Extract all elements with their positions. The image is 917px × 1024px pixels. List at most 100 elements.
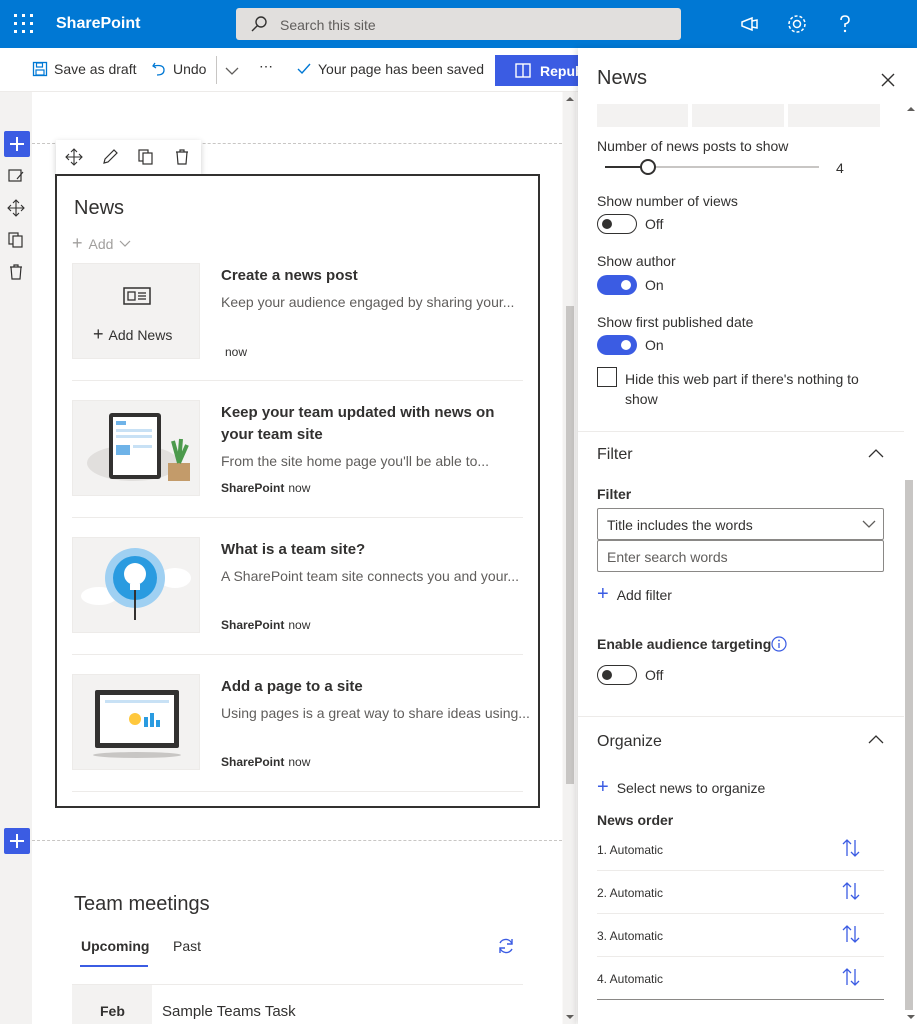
help-icon[interactable]: [833, 12, 857, 36]
add-section-button[interactable]: [4, 131, 30, 157]
news-order-label: News order: [597, 812, 674, 828]
layout-option[interactable]: [597, 104, 688, 127]
add-news-tile[interactable]: + Add News: [72, 263, 200, 359]
news-item-desc: Using pages is a great way to share idea…: [221, 705, 530, 721]
add-news-dropdown[interactable]: + Add: [72, 233, 131, 254]
news-item-author: SharePoint: [221, 481, 285, 495]
add-news-label: Add News: [108, 327, 173, 343]
news-item-title[interactable]: Keep your team updated with news on your…: [221, 402, 521, 446]
app-launcher-icon[interactable]: [14, 14, 34, 34]
scroll-down-icon[interactable]: [565, 1014, 575, 1020]
undo-button[interactable]: Undo: [151, 61, 206, 77]
chevron-up-icon[interactable]: [868, 734, 884, 744]
command-bar: Save as draft Undo ⋯ Your page has been …: [0, 48, 585, 92]
team-meetings-title[interactable]: Team meetings: [74, 893, 210, 916]
move-icon[interactable]: [65, 148, 83, 166]
add-section-button[interactable]: [4, 828, 30, 854]
meeting-title[interactable]: Sample Teams Task: [162, 1003, 296, 1020]
item-divider: [72, 654, 523, 655]
megaphone-icon[interactable]: [738, 12, 762, 36]
news-item-title[interactable]: Create a news post: [221, 265, 521, 287]
news-item-time: now: [288, 618, 311, 632]
app-name[interactable]: SharePoint: [56, 15, 140, 33]
section-divider: [578, 431, 904, 432]
save-draft-button[interactable]: Save as draft: [32, 61, 137, 77]
suite-bar: SharePoint Search this site: [0, 0, 917, 48]
news-item[interactable]: + Add News Create a news post Keep your …: [72, 263, 523, 363]
show-views-toggle[interactable]: [597, 214, 637, 234]
republish-button[interactable]: Repub: [495, 55, 585, 86]
search-words-placeholder: Enter search words: [607, 549, 728, 565]
tab-past[interactable]: Past: [173, 938, 201, 954]
plus-icon: +: [72, 233, 83, 253]
canvas-scrollbar-thumb[interactable]: [566, 306, 574, 784]
news-item-author: SharePoint: [221, 618, 285, 632]
reorder-icon[interactable]: [841, 924, 861, 944]
edit-pencil-icon[interactable]: [101, 148, 119, 166]
scroll-up-icon[interactable]: [565, 96, 575, 102]
chevron-up-icon[interactable]: [868, 448, 884, 458]
reorder-icon[interactable]: [841, 881, 861, 901]
move-icon[interactable]: [7, 199, 25, 217]
tablet-illustration: [87, 413, 190, 481]
hide-webpart-label: Hide this web part if there's nothing to…: [625, 371, 859, 407]
news-item-title[interactable]: What is a team site?: [221, 539, 521, 561]
pane-scrollbar-thumb[interactable]: [905, 480, 913, 1010]
add-filter-button[interactable]: + Add filter: [597, 583, 672, 606]
search-icon: [251, 16, 267, 32]
tab-upcoming[interactable]: Upcoming: [81, 938, 149, 954]
webpart-toolbar: [56, 140, 201, 174]
news-item[interactable]: Add a page to a site Using pages is a gr…: [72, 674, 530, 774]
add-news-button[interactable]: + Add News: [93, 324, 172, 345]
chevron-down-icon[interactable]: [225, 66, 239, 76]
organize-section-header[interactable]: Organize: [597, 733, 662, 751]
show-author-toggle[interactable]: [597, 275, 637, 295]
save-draft-label: Save as draft: [54, 61, 137, 77]
filter-section-header[interactable]: Filter: [597, 446, 633, 464]
audience-toggle[interactable]: [597, 665, 637, 685]
info-icon[interactable]: [771, 636, 787, 652]
layout-option[interactable]: [692, 104, 784, 127]
news-item-meta: SharePoint now: [221, 618, 310, 632]
news-item[interactable]: Keep your team updated with news on your…: [72, 400, 523, 500]
show-date-state: On: [645, 337, 664, 353]
close-icon[interactable]: [878, 70, 898, 90]
duplicate-icon[interactable]: [137, 148, 155, 166]
slider-thumb[interactable]: [640, 159, 656, 175]
news-thumbnail[interactable]: [72, 400, 200, 496]
news-order-row[interactable]: 3. Automatic: [597, 914, 884, 957]
delete-icon[interactable]: [173, 148, 191, 166]
scroll-up-icon[interactable]: [906, 106, 916, 112]
pane-title: News: [597, 67, 648, 89]
news-title[interactable]: News: [74, 197, 124, 220]
show-date-toggle[interactable]: [597, 335, 637, 355]
layout-option[interactable]: [788, 104, 880, 127]
delete-icon[interactable]: [7, 263, 25, 281]
search-box[interactable]: Search this site: [236, 8, 681, 40]
hide-webpart-checkbox[interactable]: [597, 367, 617, 387]
more-options-button[interactable]: ⋯: [259, 58, 273, 75]
search-input[interactable]: Search this site: [280, 17, 376, 33]
news-order-row[interactable]: 4. Automatic: [597, 957, 884, 1000]
reorder-icon[interactable]: [841, 838, 861, 858]
tab-underline: [80, 965, 148, 967]
select-news-label: Select news to organize: [616, 779, 766, 796]
news-item-title[interactable]: Add a page to a site: [221, 676, 521, 698]
select-news-button[interactable]: + Select news to organize: [597, 776, 765, 799]
search-words-input[interactable]: Enter search words: [597, 540, 884, 572]
news-item-time: now: [288, 755, 311, 769]
plus-icon: +: [93, 324, 109, 344]
duplicate-icon[interactable]: [7, 231, 25, 249]
add-label: Add: [88, 235, 114, 252]
edit-section-icon[interactable]: [7, 167, 25, 185]
refresh-icon[interactable]: [497, 937, 515, 955]
news-item[interactable]: What is a team site? A SharePoint team s…: [72, 537, 523, 637]
news-thumbnail[interactable]: [72, 674, 200, 770]
settings-gear-icon[interactable]: [785, 12, 809, 36]
reorder-icon[interactable]: [841, 967, 861, 987]
filter-select[interactable]: Title includes the words: [597, 508, 884, 540]
scroll-down-icon[interactable]: [906, 1014, 916, 1020]
news-thumbnail[interactable]: [72, 537, 200, 633]
news-order-row[interactable]: 2. Automatic: [597, 871, 884, 914]
news-order-row[interactable]: 1. Automatic: [597, 828, 884, 871]
